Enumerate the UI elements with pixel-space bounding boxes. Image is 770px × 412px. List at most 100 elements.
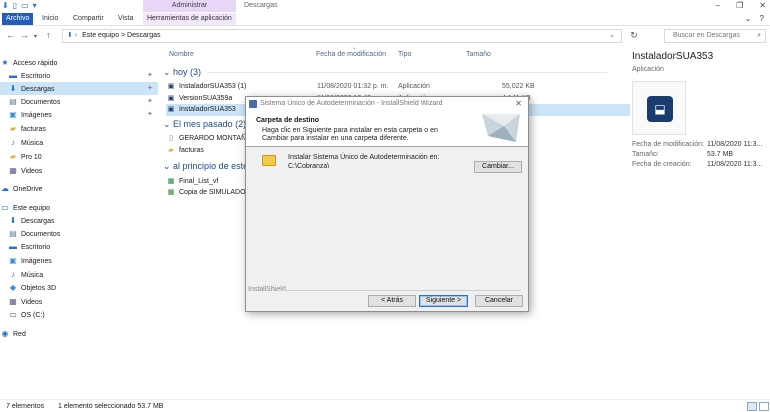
recent-dropdown-icon[interactable]: ▾ xyxy=(34,32,37,43)
nav-this-pc[interactable]: ▭ Este equipo xyxy=(0,201,158,214)
nav-quick-access[interactable]: ★ Acceso rápido xyxy=(0,56,158,69)
nav-item-facturas[interactable]: ▰ facturas xyxy=(0,122,158,135)
up-icon[interactable]: ↑ xyxy=(46,30,51,41)
nav-network[interactable]: ◉ Red xyxy=(0,327,158,340)
download-icon: ⬇ › xyxy=(67,32,78,39)
app-icon xyxy=(249,100,257,108)
nav-item-documentos[interactable]: ▤ Documentos ✦ xyxy=(0,95,158,108)
nav-label: Documentos xyxy=(21,231,61,238)
tab-herramientas[interactable]: Herramientas de aplicación xyxy=(143,13,236,25)
app-logo-icon: ⬓ xyxy=(647,96,673,122)
new-folder-icon[interactable]: ▭ xyxy=(21,1,29,11)
tab-compartir[interactable]: Compartir xyxy=(69,13,108,25)
close-icon[interactable]: ✕ xyxy=(515,97,522,111)
dialog-header: Carpeta de destino Haga clic en Siguient… xyxy=(246,111,528,147)
details-prop-created: Fecha de creación: 11/08/2020 11:3... xyxy=(632,160,770,170)
minimize-button[interactable]: – xyxy=(716,0,720,12)
down-arrow-icon[interactable]: ⬇ xyxy=(2,1,9,11)
file-row[interactable]: ▣ InstaladorSUA353 (1) 11/08/2020 01:32 p… xyxy=(166,81,630,93)
nav-item-videos[interactable]: ▦ Videos xyxy=(0,164,158,177)
chevron-down-icon[interactable]: ⌄ xyxy=(609,30,615,42)
group-label: al principio de este a xyxy=(173,161,256,171)
properties-icon[interactable]: ▯ xyxy=(13,1,17,11)
dialog-heading: Carpeta de destino xyxy=(256,117,320,124)
details-view-icon[interactable] xyxy=(747,402,757,411)
pin-icon[interactable]: ✦ xyxy=(147,69,153,82)
nav-label: Escritorio xyxy=(21,244,51,251)
prop-value: 53.7 MB xyxy=(707,151,734,158)
tab-inicio[interactable]: Inicio xyxy=(38,13,62,25)
column-header-name[interactable]: Nombre xyxy=(169,49,194,61)
column-header-size[interactable]: Tamaño xyxy=(466,49,491,61)
column-header-modified[interactable]: Fecha de modificación xyxy=(316,49,386,61)
file-name: InstaladorSUA353 xyxy=(179,106,236,113)
nav-item-pro10[interactable]: ▰ Pro 10 xyxy=(0,150,158,163)
tab-archivo[interactable]: Archivo xyxy=(2,13,34,25)
prop-value: 11/08/2020 11:3... xyxy=(707,161,763,168)
nav-pc-documentos[interactable]: ▤ Documentos xyxy=(0,227,158,240)
nav-onedrive[interactable]: ☁ OneDrive xyxy=(0,182,158,195)
nav-pc-musica[interactable]: ♪ Música xyxy=(0,268,158,281)
nav-pc-descargas[interactable]: ⬇ Descargas xyxy=(0,214,158,227)
file-date: 11/08/2020 01:32 p. m. xyxy=(317,83,389,90)
details-file-type: Aplicación xyxy=(632,66,664,73)
nav-label: OneDrive xyxy=(13,186,43,193)
nav-label: Imágenes xyxy=(21,112,52,119)
nav-pc-drive-c[interactable]: ▭ OS (C:) xyxy=(0,308,158,321)
nav-pc-escritorio[interactable]: ▬ Escritorio xyxy=(0,240,158,253)
address-bar[interactable]: ⬇ › Este equipo > Descargas ⌄ xyxy=(62,29,622,43)
group-label: hoy (3) xyxy=(173,67,202,77)
search-icon[interactable]: ⌕ xyxy=(757,30,761,42)
nav-pc-imagenes[interactable]: ▣ Imágenes xyxy=(0,254,158,267)
back-button[interactable]: < Atrás xyxy=(368,295,416,307)
change-button[interactable]: Cambiar... xyxy=(474,161,522,173)
search-input[interactable]: Buscar en Descargas ⌕ xyxy=(664,29,766,43)
nav-item-descargas[interactable]: ⬇ Descargas ✦ xyxy=(0,82,158,95)
folder-icon[interactable]: ▾ xyxy=(33,1,37,11)
star-icon: ★ xyxy=(1,58,9,67)
prop-label: Tamaño: xyxy=(632,151,659,158)
pin-icon[interactable]: ✦ xyxy=(147,82,153,95)
pin-icon[interactable]: ✦ xyxy=(147,108,153,121)
nav-item-imagenes[interactable]: ▣ Imágenes ✦ xyxy=(0,108,158,121)
title-bar: ⬇ ▯ ▭ ▾ Administrar Descargas – ❐ ✕ xyxy=(0,0,770,12)
group-header-today[interactable]: ⌄ hoy (3) xyxy=(163,66,608,79)
column-header-type[interactable]: Tipo xyxy=(398,49,411,61)
chevron-down-icon[interactable]: ⌄ xyxy=(745,14,752,23)
close-button[interactable]: ✕ xyxy=(759,0,766,12)
group-header-earlier-this-year[interactable]: ⌄ al principio de este a xyxy=(163,160,256,173)
pin-icon[interactable]: ✦ xyxy=(147,95,153,108)
nav-item-musica[interactable]: ♪ Música xyxy=(0,136,158,149)
tab-vista[interactable]: Vista xyxy=(114,13,137,25)
nav-item-escritorio[interactable]: ▬ Escritorio ✦ xyxy=(0,69,158,82)
prop-label: Fecha de creación: xyxy=(632,161,692,168)
wizard-art-icon xyxy=(482,114,520,142)
file-name: GERARDO MONTAÑO xyxy=(179,135,252,142)
maximize-button[interactable]: ❐ xyxy=(736,0,743,12)
breadcrumb[interactable]: Este equipo > Descargas xyxy=(82,32,160,39)
desktop-icon: ▬ xyxy=(9,242,17,251)
large-icons-view-icon[interactable] xyxy=(759,402,769,411)
prop-label: Fecha de modificación: xyxy=(632,141,704,148)
nav-pc-videos[interactable]: ▦ Videos xyxy=(0,295,158,308)
folder-icon xyxy=(262,155,276,166)
forward-icon[interactable]: → xyxy=(20,30,29,41)
help-icon[interactable]: ? xyxy=(760,14,764,23)
installshield-dialog: Sistema Único de Autodeterminación - Ins… xyxy=(245,96,529,312)
desktop-icon: ▬ xyxy=(9,71,17,80)
nav-label: Escritorio xyxy=(21,73,51,80)
network-icon: ◉ xyxy=(1,329,9,338)
cancel-button[interactable]: Cancelar xyxy=(475,295,523,307)
nav-pc-objetos3d[interactable]: ◆ Objetos 3D xyxy=(0,281,158,294)
dialog-title-bar: Sistema Único de Autodeterminación - Ins… xyxy=(246,97,528,111)
refresh-icon[interactable]: ↻ xyxy=(626,30,642,41)
status-item-count: 7 elementos xyxy=(6,403,45,410)
back-icon[interactable]: ← xyxy=(6,30,15,41)
status-selection: 1 elemento seleccionado 53.7 MB xyxy=(58,403,164,410)
group-header-last-month[interactable]: ⌄ El mes pasado (2) xyxy=(163,118,246,131)
download-icon: ⬇ xyxy=(9,84,17,93)
file-size: 55,022 KB xyxy=(502,83,535,90)
cloud-icon: ☁ xyxy=(1,184,9,193)
nav-label: Música xyxy=(21,272,44,279)
next-button[interactable]: Siguiente > xyxy=(419,295,468,307)
